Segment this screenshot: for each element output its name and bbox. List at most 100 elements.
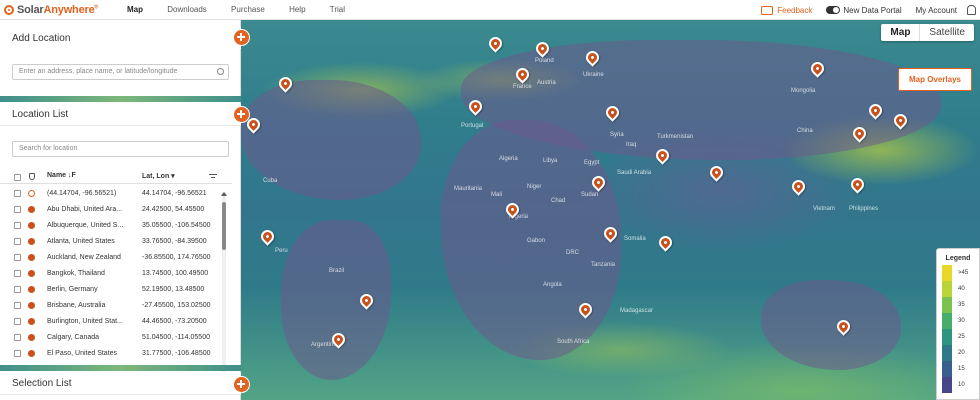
map-label: Turkmenistan	[657, 134, 694, 140]
table-row[interactable]: Burlington, United Stat... 44.46500, -73.…	[0, 314, 232, 330]
location-name: Burlington, United Stat...	[47, 318, 123, 325]
row-checkbox[interactable]	[14, 254, 21, 261]
legend-label: 10	[958, 382, 965, 388]
row-checkbox[interactable]	[14, 350, 21, 357]
legend-swatch	[942, 297, 952, 313]
row-checkbox[interactable]	[14, 190, 21, 197]
location-pin[interactable]	[848, 175, 867, 194]
map-label: Philippines	[849, 206, 879, 212]
legend-swatch	[942, 361, 952, 377]
map-legend: Legend >45 40 35 30 25 20 15 10	[936, 248, 980, 400]
bell-icon[interactable]	[967, 5, 976, 15]
table-row[interactable]: Bangkok, Thailand 13.74500, 100.49500	[0, 266, 232, 282]
location-name: Berlin, Germany	[47, 286, 98, 293]
row-checkbox[interactable]	[14, 302, 21, 309]
location-latlon: 31.77500, -106.48500	[142, 350, 211, 357]
logo-text: SolarAnywhere®	[17, 3, 98, 16]
south-america-shape	[281, 220, 391, 380]
select-all-checkbox[interactable]	[14, 174, 21, 181]
table-row[interactable]: Auckland, New Zealand -36.85500, 174.7650…	[0, 250, 232, 266]
map-label: Madagascar	[620, 308, 654, 314]
map-overlays-button[interactable]: Map Overlays	[897, 68, 972, 91]
filter-icon[interactable]	[209, 174, 217, 178]
legend-row: 25	[942, 329, 968, 345]
location-pin[interactable]	[258, 227, 277, 246]
nav-help[interactable]: Help	[289, 5, 305, 14]
address-input[interactable]: Enter an address, place name, or latitud…	[12, 64, 229, 80]
selection-list-toggle-button[interactable]	[233, 376, 250, 393]
location-marker-icon	[28, 302, 35, 309]
nav-map[interactable]: Map	[127, 5, 143, 14]
list-scrollbar[interactable]	[222, 192, 226, 372]
row-checkbox[interactable]	[14, 270, 21, 277]
selection-list-title: Selection List	[12, 378, 72, 389]
map-label: Brazil	[329, 268, 345, 274]
nav-purchase[interactable]: Purchase	[231, 5, 265, 14]
table-row[interactable]: Brisbane, Australia -27.45500, 153.02500	[0, 298, 232, 314]
legend-label: 15	[958, 366, 965, 372]
nav-downloads[interactable]: Downloads	[167, 5, 207, 14]
map-view-button[interactable]: Map	[881, 24, 919, 41]
map-label: Saudi Arabia	[617, 170, 652, 176]
map-label: Ukraine	[583, 72, 604, 78]
map-label: Austria	[537, 80, 556, 86]
row-checkbox[interactable]	[14, 286, 21, 293]
map-label: Cuba	[263, 178, 278, 184]
location-name: Auckland, New Zealand	[47, 254, 121, 261]
data-portal-toggle[interactable]	[826, 6, 841, 14]
map-label: China	[797, 128, 813, 134]
table-row[interactable]: (44.14704, -96.56521) 44.14704, -96.56521	[0, 186, 232, 202]
location-pin[interactable]	[656, 233, 675, 252]
map-type-toggle: Map Satellite	[881, 24, 974, 41]
legend-swatch	[942, 281, 952, 297]
table-row[interactable]: Abu Dhabi, United Ara... 24.42500, 54.455…	[0, 202, 232, 218]
map-canvas[interactable]: Poland Ukraine France Portugal Austria M…	[241, 20, 980, 400]
location-name: Bangkok, Thailand	[47, 270, 105, 277]
row-checkbox[interactable]	[14, 222, 21, 229]
satellite-view-button[interactable]: Satellite	[919, 24, 974, 41]
table-row[interactable]: Atlanta, United States 33.76500, -84.3950…	[0, 234, 232, 250]
location-marker-icon	[28, 318, 35, 325]
table-row[interactable]: Berlin, Germany 52.19500, 13.48500	[0, 282, 232, 298]
feedback-label: Feedback	[777, 5, 813, 15]
location-search-input[interactable]: Search for location	[12, 141, 229, 157]
scroll-up-arrow[interactable]	[221, 192, 227, 196]
location-latlon: 33.76500, -84.39500	[142, 238, 207, 245]
solaranywhere-logo[interactable]: SolarAnywhere®	[4, 4, 98, 16]
table-row[interactable]: Calgary, Canada 51.04500, -114.05500	[0, 330, 232, 346]
legend-label: 40	[958, 286, 965, 292]
nav-trial[interactable]: Trial	[330, 5, 345, 14]
map-label: Algeria	[499, 156, 518, 162]
feedback-button[interactable]: Feedback	[761, 5, 813, 15]
location-marker-icon	[28, 254, 35, 261]
search-icon[interactable]	[217, 68, 224, 75]
scroll-thumb[interactable]	[222, 202, 226, 250]
legend-row: >45	[942, 265, 968, 281]
sun-logo-icon	[4, 4, 14, 15]
latlon-column-header[interactable]: Lat, Lon ▾	[142, 172, 175, 180]
name-column-header[interactable]: Name ↓F	[47, 172, 76, 179]
location-list-header: Location List	[0, 104, 241, 126]
map-label: Libya	[543, 158, 558, 164]
map-label: Chad	[551, 198, 566, 204]
table-row[interactable]: Albuquerque, United S... 35.05500, -106.5…	[0, 218, 232, 234]
my-account-link[interactable]: My Account	[916, 6, 957, 15]
location-name: Albuquerque, United S...	[47, 222, 124, 229]
row-checkbox[interactable]	[14, 318, 21, 325]
add-location-title: Add Location	[12, 32, 71, 44]
location-name: Calgary, Canada	[47, 334, 100, 341]
row-checkbox[interactable]	[14, 238, 21, 245]
table-row[interactable]: El Paso, United States 31.77500, -106.485…	[0, 346, 232, 362]
location-name: Atlanta, United States	[47, 238, 115, 245]
legend-swatch	[942, 313, 952, 329]
location-pin[interactable]	[486, 34, 505, 53]
add-location-toggle-button[interactable]	[233, 29, 250, 46]
location-list-toggle-button[interactable]	[233, 106, 250, 123]
legend-row: 35	[942, 297, 968, 313]
row-checkbox[interactable]	[14, 206, 21, 213]
row-checkbox[interactable]	[14, 334, 21, 341]
legend-title: Legend	[945, 255, 971, 262]
location-pin[interactable]	[789, 177, 808, 196]
top-nav-bar: SolarAnywhere® Map Downloads Purchase He…	[0, 0, 980, 20]
location-pin[interactable]	[707, 163, 726, 182]
